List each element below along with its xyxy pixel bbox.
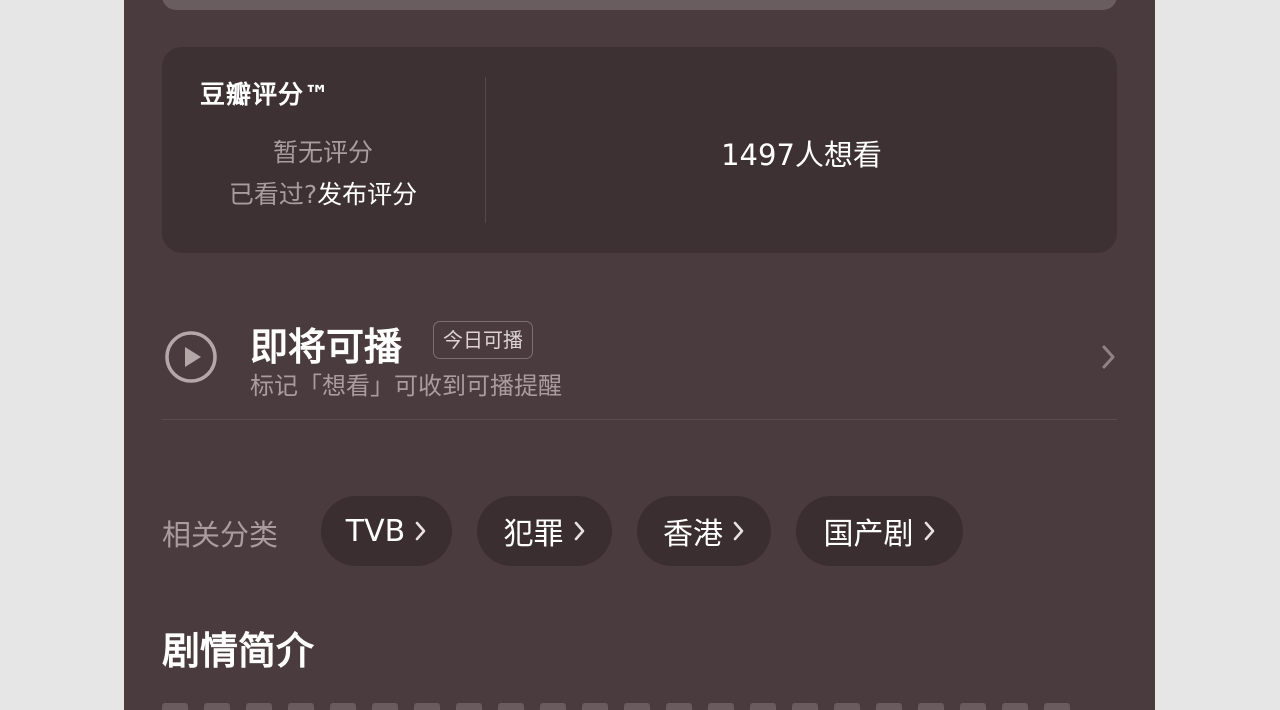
want-to-watch-count: 1497人想看: [721, 138, 882, 172]
previous-section-bar: [162, 0, 1117, 10]
chevron-right-icon: [924, 521, 934, 541]
douban-rating-card: 豆瓣评分™ 暂无评分 已看过?发布评分 1497人想看: [162, 47, 1117, 253]
detail-page: 豆瓣评分™ 暂无评分 已看过?发布评分 1497人想看 即将可播 今日可播 标记…: [124, 0, 1155, 710]
synopsis-text-cutoff: [162, 700, 1117, 710]
category-tag-crime[interactable]: 犯罪: [477, 496, 612, 566]
category-tag-hongkong[interactable]: 香港: [637, 496, 771, 566]
related-categories-label: 相关分类: [162, 518, 279, 552]
chevron-right-icon: [1102, 345, 1115, 369]
category-tag-domestic-drama[interactable]: 国产剧: [796, 496, 963, 566]
synopsis-heading: 剧情简介: [162, 629, 315, 673]
rating-action-line: 已看过?发布评分: [162, 175, 484, 211]
coming-soon-row[interactable]: 即将可播 今日可播 标记「想看」可收到可播提醒: [162, 300, 1117, 420]
coming-soon-subtitle: 标记「想看」可收到可播提醒: [250, 372, 562, 400]
douban-rating-brand: 豆瓣评分™: [200, 80, 331, 109]
category-tag-label: 犯罪: [503, 517, 564, 552]
category-tag-tvb[interactable]: TVB: [321, 496, 452, 566]
category-tag-label: TVB: [345, 513, 406, 549]
category-tag-label: 国产剧: [823, 517, 914, 552]
today-playable-badge: 今日可播: [433, 321, 533, 359]
play-circle-icon: [165, 331, 217, 383]
seen-question-text: 已看过?: [228, 180, 318, 209]
chevron-right-icon: [733, 521, 744, 541]
no-rating-text: 暂无评分: [272, 138, 373, 167]
coming-soon-title: 即将可播: [250, 325, 403, 369]
chevron-right-icon: [415, 521, 426, 541]
publish-rating-link[interactable]: 发布评分: [317, 180, 417, 209]
chevron-right-icon: [574, 521, 584, 541]
category-tag-label: 香港: [663, 517, 723, 552]
